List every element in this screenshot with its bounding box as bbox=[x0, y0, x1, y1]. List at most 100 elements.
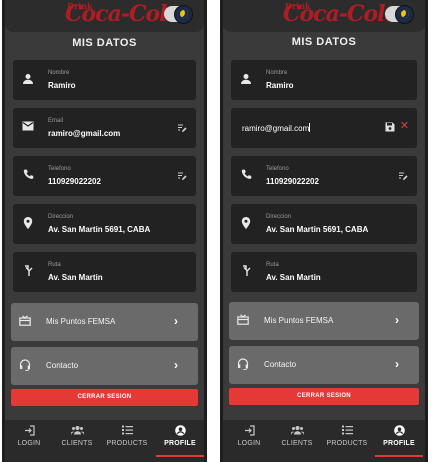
brand-logo-small: Drink bbox=[67, 1, 93, 11]
phone-icon bbox=[21, 169, 35, 183]
menu-item-contacto[interactable]: Contacto › bbox=[11, 347, 198, 385]
field-label: Telefono bbox=[266, 166, 289, 172]
field-nombre: Nombre Ramiro bbox=[13, 60, 196, 100]
screen-profile-view: Drink Coca-Cola MIS DATOS Nombre Ramiro … bbox=[2, 0, 207, 462]
gift-icon bbox=[236, 314, 250, 328]
nav-label: LOGIN bbox=[237, 440, 261, 447]
field-label: Telefono bbox=[48, 166, 71, 172]
bottom-nav: LOGIN CLIENTS PRODUCTS PROFILE bbox=[5, 420, 204, 462]
field-value: Av. San Martin bbox=[266, 273, 321, 282]
field-ruta: Ruta Av. San Martin bbox=[231, 252, 417, 292]
field-direccion: Direccion Av. San Martin 5691, CABA bbox=[231, 204, 417, 244]
field-ruta: Ruta Av. San Martin bbox=[13, 252, 196, 292]
field-telefono: Telefono 110929022202 bbox=[13, 156, 196, 196]
nav-login[interactable]: LOGIN bbox=[5, 420, 53, 462]
location-icon bbox=[239, 217, 253, 231]
chevron-right-icon: › bbox=[395, 357, 399, 371]
page-title: MIS DATOS bbox=[72, 37, 137, 49]
field-nombre: Nombre Ramiro bbox=[231, 60, 417, 100]
page-title: MIS DATOS bbox=[291, 36, 357, 48]
headset-icon bbox=[236, 358, 250, 372]
account-circle-icon bbox=[156, 425, 204, 437]
field-label: Ruta bbox=[48, 262, 61, 268]
nav-login[interactable]: LOGIN bbox=[225, 420, 273, 462]
email-input[interactable]: ramiro@gmail.com bbox=[242, 123, 311, 133]
group-icon bbox=[273, 425, 321, 437]
edit-icon[interactable] bbox=[176, 123, 187, 134]
field-direccion: Direccion Av. San Martin 5691, CABA bbox=[13, 204, 196, 244]
nav-label: PRODUCTS bbox=[106, 440, 148, 447]
nav-label: CLIENTS bbox=[61, 440, 93, 447]
nav-profile[interactable]: PROFILE bbox=[156, 420, 204, 462]
edit-icon[interactable] bbox=[176, 171, 187, 182]
bottom-nav: LOGIN CLIENTS PRODUCTS PROFILE bbox=[223, 420, 425, 462]
field-value: Av. San Martin bbox=[48, 273, 103, 282]
field-value: ramiro@gmail.com bbox=[48, 129, 121, 138]
route-icon bbox=[21, 265, 35, 279]
menu-item-label: Mis Puntos FEMSA bbox=[264, 316, 334, 325]
headset-icon bbox=[18, 359, 32, 373]
nav-clients[interactable]: CLIENTS bbox=[273, 420, 321, 462]
field-email: Email ramiro@gmail.com bbox=[13, 108, 196, 148]
chevron-right-icon: › bbox=[395, 313, 399, 327]
nav-products[interactable]: PRODUCTS bbox=[321, 420, 373, 462]
menu-item-label: Contacto bbox=[46, 361, 79, 370]
logout-button[interactable]: CERRAR SESION bbox=[11, 389, 198, 406]
nav-label: LOGIN bbox=[17, 440, 41, 447]
app-header: Drink Coca-Cola bbox=[5, 0, 204, 32]
app-header: Drink Coca-Cola bbox=[223, 0, 425, 32]
text-caret bbox=[309, 123, 311, 132]
field-value: Ramiro bbox=[266, 81, 294, 90]
phone-icon bbox=[239, 169, 253, 183]
chevron-right-icon: › bbox=[174, 358, 178, 372]
field-label: Nombre bbox=[48, 70, 70, 76]
chevron-right-icon: › bbox=[174, 314, 178, 328]
nav-label: PROFILE bbox=[383, 440, 415, 447]
logout-button[interactable]: CERRAR SESION bbox=[229, 388, 419, 405]
person-icon bbox=[239, 73, 253, 87]
nav-label: PRODUCTS bbox=[326, 440, 368, 447]
list-icon bbox=[321, 425, 373, 437]
field-label: Direccion bbox=[266, 214, 292, 220]
menu-item-puntos[interactable]: Mis Puntos FEMSA › bbox=[229, 302, 419, 340]
gift-icon bbox=[18, 315, 32, 329]
nav-products[interactable]: PRODUCTS bbox=[101, 420, 153, 462]
menu-item-contacto[interactable]: Contacto › bbox=[229, 346, 419, 384]
email-input-value: ramiro@gmail.com bbox=[242, 124, 310, 133]
screen-profile-editing: Drink Coca-Cola MIS DATOS Nombre Ramiro … bbox=[220, 0, 428, 462]
field-value: 110929022202 bbox=[266, 177, 319, 186]
brand-logo: Drink Coca-Cola bbox=[283, 0, 399, 28]
edit-icon[interactable] bbox=[397, 171, 408, 182]
field-value: 110929022202 bbox=[48, 177, 101, 186]
field-value: Av. San Martin 5691, CABA bbox=[266, 225, 369, 234]
nav-label: CLIENTS bbox=[281, 440, 313, 447]
field-label: Ruta bbox=[266, 262, 279, 268]
login-icon bbox=[225, 425, 273, 437]
login-icon bbox=[5, 425, 53, 437]
location-icon bbox=[21, 217, 35, 231]
field-telefono: Telefono 110929022202 bbox=[231, 156, 417, 196]
save-icon[interactable] bbox=[384, 122, 395, 133]
menu-item-label: Contacto bbox=[264, 360, 297, 369]
brand-logo: Drink Coca-Cola bbox=[65, 0, 181, 28]
nav-clients[interactable]: CLIENTS bbox=[53, 420, 101, 462]
moon-icon bbox=[174, 5, 193, 24]
list-icon bbox=[101, 425, 153, 437]
theme-toggle[interactable] bbox=[164, 5, 193, 24]
person-icon bbox=[21, 73, 35, 87]
group-icon bbox=[53, 425, 101, 437]
theme-toggle[interactable] bbox=[385, 5, 414, 24]
nav-label: PROFILE bbox=[164, 440, 196, 447]
nav-profile[interactable]: PROFILE bbox=[375, 420, 423, 462]
menu-item-puntos[interactable]: Mis Puntos FEMSA › bbox=[11, 303, 198, 341]
close-icon[interactable]: ✕ bbox=[399, 121, 410, 132]
field-value: Av. San Martin 5691, CABA bbox=[48, 225, 151, 234]
account-circle-icon bbox=[375, 425, 423, 437]
mail-icon bbox=[21, 121, 35, 135]
field-label: Email bbox=[48, 118, 64, 124]
field-label: Direccion bbox=[48, 214, 74, 220]
menu-item-label: Mis Puntos FEMSA bbox=[46, 317, 116, 326]
route-icon bbox=[239, 265, 253, 279]
field-email-editing: ramiro@gmail.com ✕ bbox=[231, 108, 417, 148]
moon-icon bbox=[395, 5, 414, 24]
